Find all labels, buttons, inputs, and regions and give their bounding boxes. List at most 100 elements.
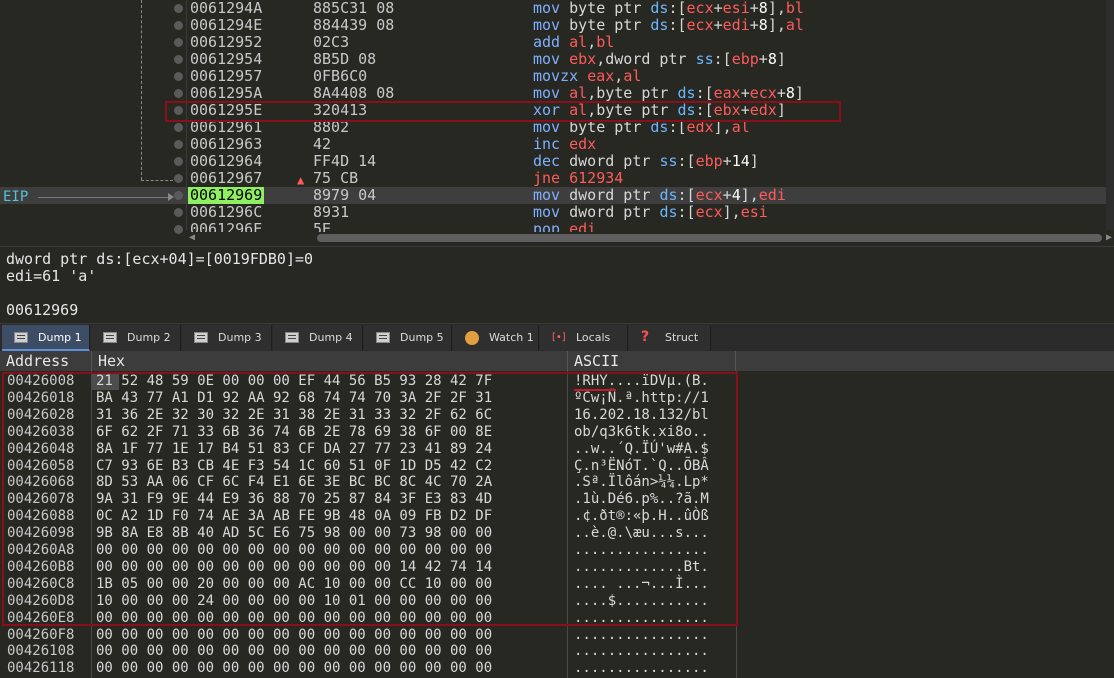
instruction-token: ] [776, 50, 786, 68]
instruction-token: dword ptr [560, 186, 660, 204]
tab-dump-2[interactable]: Dump 2 [91, 325, 181, 351]
instruction-token: :[ [668, 0, 687, 17]
breakpoint-dot-icon[interactable] [174, 123, 183, 132]
breakpoint-dot-icon[interactable] [174, 38, 183, 47]
instruction-bytes: 8A4408 08 [313, 84, 395, 102]
instruction-token: 8 [785, 84, 795, 102]
instruction-bytes: 8979 04 [313, 186, 377, 204]
scroll-right-icon[interactable]: ▶ [1106, 232, 1112, 243]
instruction-token: 8 [758, 0, 768, 17]
dump-row[interactable]: 004260F8 00 00 00 00 00 00 00 00 00 00 00… [0, 627, 736, 643]
column-header-empty [736, 351, 1114, 371]
instruction-address: 0061294A [190, 0, 263, 17]
dump-ascii: ................ [574, 660, 709, 677]
dump-tab-bar: Dump 1 Dump 2 Dump 3 Dump 4 Dump 5 Watch 1 [•]… [0, 323, 1114, 351]
instruction-address: 0061296C [190, 203, 263, 221]
disassembly-row[interactable]: 0061295A 8A4408 08 mov al,byte ptr ds:[eax… [0, 85, 1114, 102]
disassembly-vertical-scrollbar[interactable] [1106, 0, 1114, 230]
instruction-token: eax [587, 67, 615, 85]
instruction-token [560, 169, 569, 187]
breakpoint-dot-icon[interactable] [174, 191, 183, 200]
dump-row[interactable]: 00426108 00 00 00 00 00 00 00 00 00 00 00… [0, 643, 736, 659]
instruction-token: ds [659, 203, 678, 221]
instruction-token: mov [533, 84, 561, 102]
breakpoint-dot-icon[interactable] [174, 157, 183, 166]
breakpoint-dot-icon[interactable] [174, 21, 183, 30]
instruction-token: ] [749, 152, 759, 170]
instruction-token: + [776, 84, 786, 102]
tab-watch-1[interactable]: Watch 1 [453, 325, 539, 351]
tab-label: Dump 5 [400, 331, 444, 344]
tab-struct[interactable]: ? Struct [629, 325, 711, 351]
breakpoint-dot-icon[interactable] [174, 55, 183, 64]
column-header-hex[interactable]: Hex [92, 351, 568, 371]
breakpoint-dot-icon[interactable] [174, 4, 183, 13]
breakpoint-dot-icon[interactable] [174, 89, 183, 98]
instruction-token: bl [596, 33, 615, 51]
dump-row[interactable]: 00426118 00 00 00 00 00 00 00 00 00 00 00… [0, 660, 736, 676]
disassembly-row[interactable]: 00612967 75 CB jne 612934 ▲ [0, 170, 1114, 187]
breakpoint-dot-icon[interactable] [174, 140, 183, 149]
instruction-text: mov dword ptr ds:[ecx+4],edi [533, 187, 786, 204]
scrollbar-thumb[interactable] [317, 234, 1102, 242]
disassembly-row[interactable]: 0061294E 884439 08 mov byte ptr ds:[ecx+ed… [0, 17, 1114, 34]
disassembly-row[interactable]: 00612954 8B5D 08 mov ebx,dword ptr ss:[ebp… [0, 51, 1114, 68]
instruction-address: 00612964 [190, 152, 263, 170]
instruction-token: ecx [695, 186, 723, 204]
instruction-text: add al,bl [533, 34, 614, 51]
dump-address: 004260F8 [7, 626, 75, 643]
tab-dump-5[interactable]: Dump 5 [364, 325, 452, 351]
column-header-address[interactable]: Address [0, 351, 92, 371]
scroll-left-icon[interactable]: ◀ [189, 232, 195, 243]
disassembly-horizontal-scrollbar[interactable]: ◀ ▶ [187, 232, 1114, 244]
instruction-token: ecx [686, 0, 714, 17]
instruction-token [560, 33, 569, 51]
disassembly-pane[interactable]: 0061294A 885C31 08 mov byte ptr ds:[ecx+es… [0, 0, 1114, 246]
info-line-register: edi=61 'a' [6, 267, 97, 285]
tab-locals[interactable]: [•] Locals [540, 325, 628, 351]
instruction-bytes: 42 [313, 135, 332, 153]
disassembly-row[interactable]: 00612957 0FB6C0 movzx eax,al [0, 68, 1114, 85]
instruction-token: al [569, 33, 588, 51]
eip-label: EIP [3, 189, 29, 205]
instruction-token: bl [785, 0, 804, 17]
instruction-token: al [785, 16, 804, 34]
dump-hex-bytes: 00 00 00 00 00 00 00 00 00 00 00 00 00 0… [96, 660, 493, 677]
breakpoint-dot-icon[interactable] [174, 72, 183, 81]
instruction-text: movzx eax,al [533, 68, 641, 85]
disassembly-row[interactable]: 00612952 02C3 add al,bl [0, 34, 1114, 51]
tab-dump-3[interactable]: Dump 3 [182, 325, 272, 351]
instruction-bytes: 8931 [313, 203, 350, 221]
dump-icon [14, 332, 28, 343]
breakpoint-dot-icon[interactable] [174, 174, 183, 183]
breakpoint-dot-icon[interactable] [174, 225, 183, 234]
instruction-token [578, 67, 587, 85]
tab-dump-4[interactable]: Dump 4 [273, 325, 363, 351]
tab-dump-1[interactable]: Dump 1 [2, 325, 90, 351]
eip-arrow-icon [168, 193, 174, 201]
info-line-operand: dword ptr ds:[ecx+04]=[0019FDB0]=0 [6, 250, 314, 268]
disassembly-row[interactable]: 0061296C 8931 mov dword ptr ds:[ecx],esi [0, 204, 1114, 221]
instruction-token: :[ [677, 203, 696, 221]
instruction-token: eax [713, 84, 741, 102]
highlight-box-dump [2, 372, 738, 626]
instruction-token: ebx [569, 50, 597, 68]
info-pane: dword ptr ds:[ecx+04]=[0019FDB0]=0 edi=6… [0, 246, 1114, 323]
column-header-ascii[interactable]: ASCII [568, 351, 736, 371]
disassembly-row[interactable]: 00612964 FF4D 14 dec dword ptr ss:[ebp+14] [0, 153, 1114, 170]
locals-icon: [•] [552, 332, 566, 343]
tab-label: Dump 1 [38, 331, 82, 344]
info-line-address: 00612969 [6, 301, 79, 319]
instruction-token: + [749, 0, 759, 17]
instruction-token: mov [533, 50, 561, 68]
breakpoint-dot-icon[interactable] [174, 208, 183, 217]
instruction-token: inc [533, 135, 561, 153]
instruction-bytes: 885C31 08 [313, 0, 395, 17]
instruction-token: :[ [677, 186, 696, 204]
instruction-bytes: 884439 08 [313, 16, 395, 34]
disassembly-row[interactable]: 00612963 42 inc edx [0, 136, 1114, 153]
instruction-token: movzx [533, 67, 579, 85]
disassembly-row[interactable]: 0061294A 885C31 08 mov byte ptr ds:[ecx+es… [0, 0, 1114, 17]
instruction-token: ,byte ptr [587, 84, 678, 102]
instruction-token: edi [758, 186, 786, 204]
